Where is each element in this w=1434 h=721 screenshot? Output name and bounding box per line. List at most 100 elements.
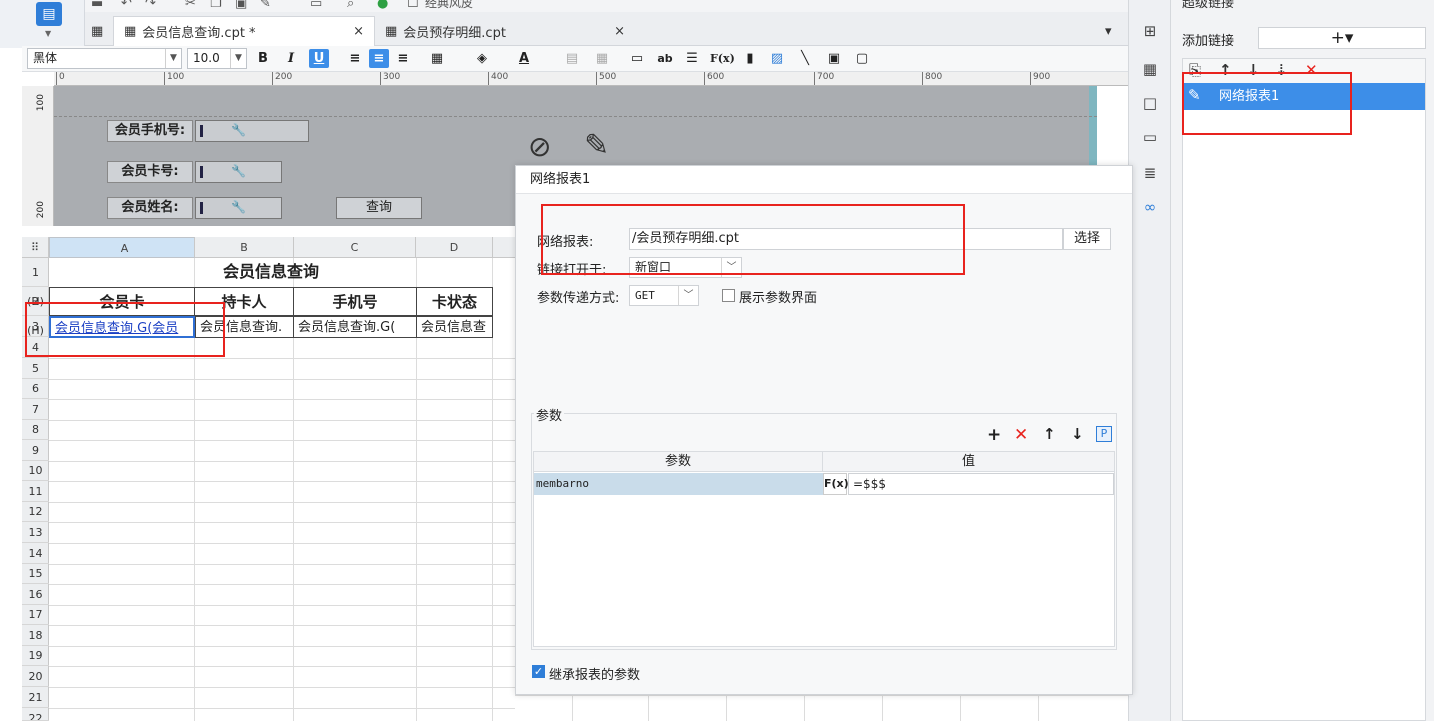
italic-icon[interactable]: I [281, 49, 301, 68]
highlight-box-dialog [541, 204, 965, 275]
underline-icon[interactable]: U [309, 49, 329, 68]
corner-icon[interactable]: ⠿ [22, 237, 49, 258]
chart-icon[interactable]: ▮ [740, 49, 760, 68]
cut-icon[interactable]: ✂ [185, 0, 196, 11]
choose-button[interactable]: 选择 [1063, 228, 1111, 250]
inherit-checkbox[interactable]: ✓ [532, 665, 545, 678]
font-color-icon[interactable]: A [514, 49, 534, 68]
edit-icon[interactable]: ✎ [584, 128, 609, 163]
highlight-box-link [1182, 72, 1352, 135]
header-cell-phone[interactable]: 手机号 [293, 287, 417, 316]
param-value-cell[interactable]: =$$$ [848, 473, 1114, 495]
arrow-down-icon[interactable]: ↓ [1071, 425, 1084, 443]
condition-icon[interactable]: ▭ [1140, 128, 1160, 148]
row-16[interactable]: 16 [22, 584, 49, 605]
text-icon[interactable]: ab [655, 49, 675, 68]
chevron-down-icon[interactable]: ▼ [45, 29, 51, 38]
frame-icon[interactable]: ▢ [852, 49, 872, 68]
link-icon[interactable]: ∞ [1140, 198, 1160, 218]
chevron-down-icon: ﹀ [678, 286, 698, 305]
phone-input[interactable]: 🔧 [195, 120, 309, 142]
show-param-checkbox[interactable] [722, 289, 735, 302]
eye-off-icon[interactable]: ⊘ [528, 130, 551, 163]
cell-attr-icon[interactable]: ▦ [1140, 60, 1160, 80]
widget-icon[interactable]: □ [1140, 94, 1160, 114]
format-toolbar: 黑体 ▼ 10.0 ▼ B I U ≡ ≡ ≡ ▦ ◈ A ▤ ▦ ▭ ab ☰… [22, 46, 1128, 72]
row-10[interactable]: 10 [22, 461, 49, 481]
row-21[interactable]: 21 [22, 687, 49, 708]
align-center-icon[interactable]: ≡ [369, 49, 389, 68]
undo-icon[interactable]: ↶ [121, 0, 132, 11]
row-12[interactable]: 12 [22, 502, 49, 522]
report-icon[interactable]: ▤ [36, 2, 62, 26]
name-input[interactable]: 🔧 [195, 197, 282, 219]
redo-icon[interactable]: ↷ [145, 0, 156, 11]
font-family-select[interactable]: 黑体 ▼ [27, 48, 182, 69]
add-icon[interactable]: + [987, 425, 1001, 445]
row-8[interactable]: 8 [22, 420, 49, 440]
font-size-select[interactable]: 10.0 ▼ [187, 48, 247, 69]
row-14[interactable]: 14 [22, 543, 49, 564]
column-B[interactable]: B [195, 237, 294, 258]
image-icon[interactable]: ▨ [767, 49, 787, 68]
formula-icon[interactable]: F(x) [823, 473, 849, 495]
close-icon[interactable]: × [353, 24, 364, 39]
card-no-input[interactable]: 🔧 [195, 161, 282, 183]
cell-D3[interactable]: 会员信息查 [416, 316, 493, 338]
check-icon[interactable]: ● [377, 0, 388, 11]
report-title-cell[interactable]: 会员信息查询 [49, 258, 493, 286]
arrow-up-icon[interactable]: ↑ [1043, 425, 1056, 443]
chevron-down-icon: ▼ [165, 49, 181, 68]
checkbox-icon[interactable]: ☐ [407, 0, 419, 11]
bold-icon[interactable]: B [253, 49, 273, 68]
query-button[interactable]: 查询 [336, 197, 422, 219]
align-right-icon[interactable]: ≡ [393, 49, 413, 68]
grid-icon[interactable]: ▦ [85, 16, 109, 46]
tab-member-query[interactable]: ▦ 会员信息查询.cpt * × [113, 16, 375, 46]
row-7[interactable]: 7 [22, 399, 49, 420]
close-icon[interactable]: × [614, 24, 625, 39]
row-19[interactable]: 19 [22, 646, 49, 666]
param-icon[interactable]: P [1096, 426, 1112, 442]
row-5[interactable]: 5 [22, 358, 49, 379]
row-22[interactable]: 22 [22, 708, 49, 721]
fill-icon[interactable]: ◈ [472, 49, 492, 68]
row-18[interactable]: 18 [22, 625, 49, 646]
row-9[interactable]: 9 [22, 440, 49, 461]
cell-C3[interactable]: 会员信息查询.G( [293, 316, 417, 338]
cell-element-icon[interactable]: ⊞ [1140, 22, 1160, 42]
column-A[interactable]: A [49, 237, 195, 258]
align-left-icon[interactable]: ≡ [345, 49, 365, 68]
copy-icon[interactable]: ❐ [210, 0, 222, 11]
header-cell-status[interactable]: 卡状态 [416, 287, 493, 316]
insert-row-icon[interactable]: ▭ [627, 49, 647, 68]
row-13[interactable]: 13 [22, 522, 49, 543]
row-20[interactable]: 20 [22, 666, 49, 687]
preview-icon[interactable]: ▭ [310, 0, 322, 11]
merge-icon[interactable]: ▤ [562, 49, 582, 68]
layer-icon[interactable]: ≣ [1140, 164, 1160, 184]
row-6[interactable]: 6 [22, 379, 49, 399]
row-1[interactable]: 1 (H) [22, 258, 49, 308]
brush-icon[interactable]: ✎ [260, 0, 271, 11]
row-17[interactable]: 17 [22, 605, 49, 625]
column-D[interactable]: D [416, 237, 493, 258]
column-C[interactable]: C [294, 237, 416, 258]
save-icon[interactable]: ▬ [91, 0, 103, 11]
method-select[interactable]: GET ﹀ [629, 285, 699, 306]
formula-icon[interactable]: F(x) [710, 49, 735, 68]
row-15[interactable]: 15 [22, 564, 49, 584]
paste-icon[interactable]: ▣ [235, 0, 247, 11]
paragraph-icon[interactable]: ☰ [682, 49, 702, 68]
add-link-button[interactable]: +▾ [1258, 27, 1426, 49]
border-icon[interactable]: ▦ [427, 49, 447, 68]
row-11[interactable]: 11 [22, 481, 49, 502]
delete-icon[interactable]: ✕ [1014, 425, 1028, 445]
unmerge-icon[interactable]: ▦ [592, 49, 612, 68]
sub-report-icon[interactable]: ▣ [824, 49, 844, 68]
param-name-cell[interactable]: membarno [534, 473, 823, 495]
tab-menu-icon[interactable]: ▾ [1095, 16, 1122, 46]
tab-member-prestore[interactable]: ▦ 会员预存明细.cpt × [375, 16, 635, 46]
slash-icon[interactable]: ╲ [795, 49, 815, 68]
search-icon[interactable]: ⌕ [347, 0, 354, 11]
